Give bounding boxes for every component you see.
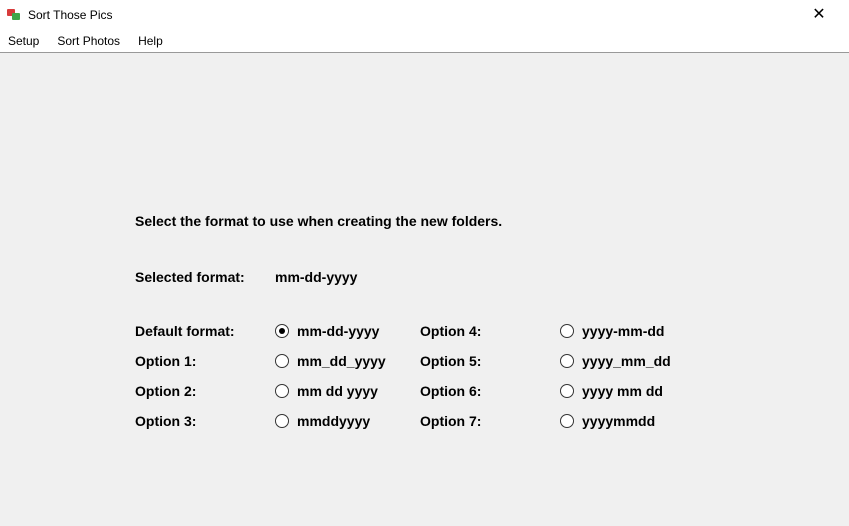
instruction-text: Select the format to use when creating t… [135, 213, 735, 229]
option-6-label: yyyy mm dd [582, 383, 663, 399]
menu-sort-photos[interactable]: Sort Photos [57, 34, 120, 48]
format-panel: Select the format to use when creating t… [135, 213, 735, 429]
radio-opt2[interactable] [275, 384, 289, 398]
radio-opt6[interactable] [560, 384, 574, 398]
option-7[interactable]: yyyymmdd [560, 413, 725, 429]
window-title: Sort Those Pics [28, 8, 799, 22]
option-1[interactable]: mm_dd_yyyy [275, 353, 420, 369]
option-6[interactable]: yyyy mm dd [560, 383, 725, 399]
option-5[interactable]: yyyy_mm_dd [560, 353, 725, 369]
label-opt6: Option 6: [420, 383, 560, 399]
option-default[interactable]: mm-dd-yyyy [275, 323, 420, 339]
option-4-label: yyyy-mm-dd [582, 323, 664, 339]
menu-help[interactable]: Help [138, 34, 163, 48]
menubar: Setup Sort Photos Help [0, 30, 849, 52]
menu-setup[interactable]: Setup [8, 34, 39, 48]
option-7-label: yyyymmdd [582, 413, 655, 429]
option-5-label: yyyy_mm_dd [582, 353, 671, 369]
options-grid: Default format: mm-dd-yyyy Option 4: yyy… [135, 323, 735, 429]
label-default: Default format: [135, 323, 275, 339]
selected-format-label: Selected format: [135, 269, 275, 285]
radio-opt1[interactable] [275, 354, 289, 368]
option-4[interactable]: yyyy-mm-dd [560, 323, 725, 339]
radio-opt4[interactable] [560, 324, 574, 338]
option-1-label: mm_dd_yyyy [297, 353, 386, 369]
selected-format-row: Selected format: mm-dd-yyyy [135, 269, 735, 285]
label-opt5: Option 5: [420, 353, 560, 369]
label-opt7: Option 7: [420, 413, 560, 429]
label-opt3: Option 3: [135, 413, 275, 429]
option-3-label: mmddyyyy [297, 413, 370, 429]
radio-opt3[interactable] [275, 414, 289, 428]
option-3[interactable]: mmddyyyy [275, 413, 420, 429]
app-icon [6, 7, 22, 23]
close-button[interactable]: ✕ [799, 7, 839, 23]
radio-default[interactable] [275, 324, 289, 338]
radio-opt7[interactable] [560, 414, 574, 428]
option-2-label: mm dd yyyy [297, 383, 378, 399]
label-opt2: Option 2: [135, 383, 275, 399]
selected-format-value: mm-dd-yyyy [275, 269, 357, 285]
option-default-label: mm-dd-yyyy [297, 323, 379, 339]
content-area: Select the format to use when creating t… [0, 53, 849, 526]
label-opt1: Option 1: [135, 353, 275, 369]
label-opt4: Option 4: [420, 323, 560, 339]
titlebar: Sort Those Pics ✕ [0, 0, 849, 30]
radio-opt5[interactable] [560, 354, 574, 368]
option-2[interactable]: mm dd yyyy [275, 383, 420, 399]
